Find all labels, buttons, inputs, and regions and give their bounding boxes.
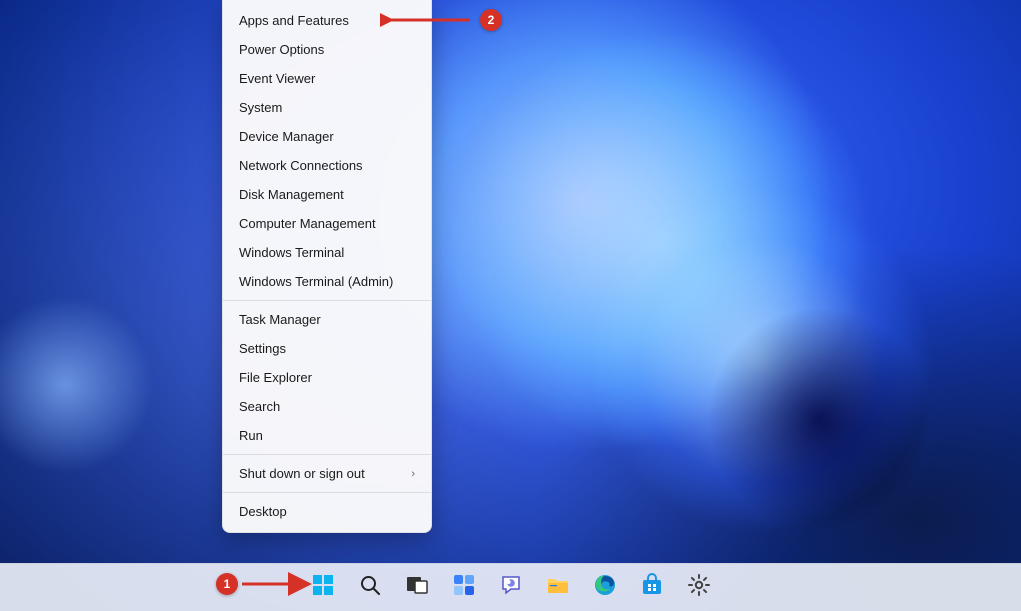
menu-item-computer-management[interactable]: Computer Management: [223, 209, 431, 238]
menu-item-label: Windows Terminal: [239, 245, 344, 260]
menu-separator: [223, 454, 431, 455]
menu-item-file-explorer[interactable]: File Explorer: [223, 363, 431, 392]
taskbar-widgets-button[interactable]: [444, 568, 484, 608]
menu-item-run[interactable]: Run: [223, 421, 431, 450]
menu-item-event-viewer[interactable]: Event Viewer: [223, 64, 431, 93]
taskbar-search-button[interactable]: [350, 568, 390, 608]
taskbar: [0, 563, 1021, 611]
menu-item-search[interactable]: Search: [223, 392, 431, 421]
menu-item-disk-management[interactable]: Disk Management: [223, 180, 431, 209]
menu-item-label: Settings: [239, 341, 286, 356]
settings-icon: [687, 573, 711, 602]
desktop-wallpaper: [0, 0, 1021, 611]
menu-item-power-options[interactable]: Power Options: [223, 35, 431, 64]
menu-item-label: Task Manager: [239, 312, 321, 327]
menu-item-label: Event Viewer: [239, 71, 315, 86]
menu-item-label: Device Manager: [239, 129, 334, 144]
menu-item-desktop[interactable]: Desktop: [223, 497, 431, 526]
menu-item-label: File Explorer: [239, 370, 312, 385]
edge-icon: [593, 573, 617, 602]
chevron-right-icon: ›: [411, 468, 415, 480]
taskbar-store-button[interactable]: [632, 568, 672, 608]
task-view-icon: [405, 573, 429, 602]
menu-separator: [223, 492, 431, 493]
menu-item-device-manager[interactable]: Device Manager: [223, 122, 431, 151]
menu-item-label: Desktop: [239, 504, 287, 519]
menu-item-windows-terminal[interactable]: Windows Terminal: [223, 238, 431, 267]
winx-menu: Apps and Features Power Options Event View…: [222, 0, 432, 533]
menu-item-system[interactable]: System: [223, 93, 431, 122]
menu-item-shut-down-or-sign-out[interactable]: Shut down or sign out ›: [223, 459, 431, 488]
menu-separator: [223, 300, 431, 301]
menu-item-settings[interactable]: Settings: [223, 334, 431, 363]
menu-item-label: Windows Terminal (Admin): [239, 274, 393, 289]
taskbar-chat-button[interactable]: [491, 568, 531, 608]
menu-item-label: Disk Management: [239, 187, 344, 202]
menu-item-label: Computer Management: [239, 216, 376, 231]
widgets-icon: [452, 573, 476, 602]
menu-item-network-connections[interactable]: Network Connections: [223, 151, 431, 180]
menu-item-label: Apps and Features: [239, 13, 349, 28]
menu-item-label: Network Connections: [239, 158, 363, 173]
taskbar-task-view-button[interactable]: [397, 568, 437, 608]
menu-item-label: Power Options: [239, 42, 324, 57]
chat-icon: [499, 573, 523, 602]
menu-item-apps-and-features[interactable]: Apps and Features: [223, 6, 431, 35]
taskbar-edge-button[interactable]: [585, 568, 625, 608]
menu-item-windows-terminal-admin[interactable]: Windows Terminal (Admin): [223, 267, 431, 296]
menu-item-task-manager[interactable]: Task Manager: [223, 305, 431, 334]
search-icon: [358, 573, 382, 602]
taskbar-start-button[interactable]: [303, 568, 343, 608]
taskbar-settings-button[interactable]: [679, 568, 719, 608]
store-icon: [640, 573, 664, 602]
taskbar-file-explorer-button[interactable]: [538, 568, 578, 608]
start-icon: [311, 573, 335, 602]
menu-item-label: Search: [239, 399, 280, 414]
file-explorer-icon: [546, 573, 570, 602]
menu-item-label: Shut down or sign out: [239, 466, 365, 481]
menu-item-label: Run: [239, 428, 263, 443]
menu-item-label: System: [239, 100, 282, 115]
